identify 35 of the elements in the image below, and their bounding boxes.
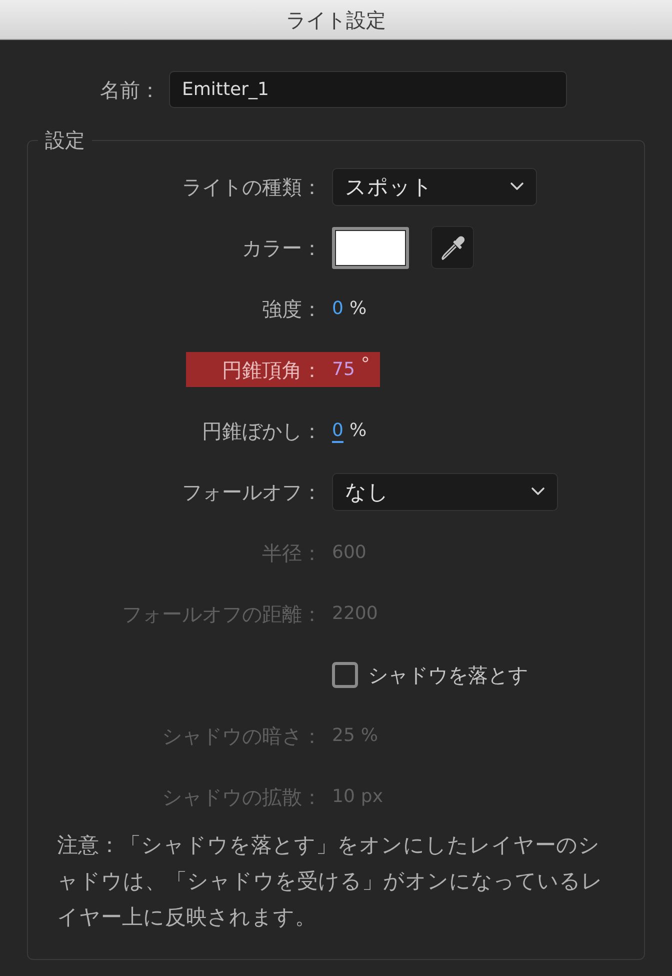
- value-text: 25: [332, 724, 355, 748]
- chevron-down-icon: [531, 487, 545, 496]
- value-text: 10: [332, 784, 355, 808]
- dropdown[interactable]: なし: [332, 472, 558, 510]
- field-label: 円錐頂角：: [222, 356, 322, 382]
- eyedropper-button[interactable]: [431, 226, 474, 269]
- field-label: カラー：: [242, 234, 322, 260]
- group-title: 設定: [44, 128, 86, 152]
- value-text[interactable]: 0: [332, 418, 344, 442]
- field-label: フォールオフ：: [182, 478, 322, 504]
- chevron-down-icon: [510, 182, 524, 191]
- field-label: 名前：: [100, 76, 160, 102]
- field-label: 強度：: [262, 296, 322, 322]
- value-text: 2200: [332, 602, 378, 626]
- value-text[interactable]: 0: [332, 296, 344, 320]
- name-field[interactable]: Emitter_1: [169, 71, 567, 108]
- unit-text: %: [349, 296, 367, 320]
- field-label: シャドウの拡散：: [162, 784, 322, 810]
- eyedropper-icon: [440, 234, 466, 260]
- dropdown[interactable]: スポット: [332, 168, 537, 206]
- field-label: 半径：: [262, 540, 322, 566]
- unit-text: px: [360, 784, 383, 808]
- field-label: シャドウの暗さ：: [162, 722, 322, 748]
- unit-text: °: [360, 352, 370, 376]
- value-text: 600: [332, 540, 366, 564]
- color-swatch-icon[interactable]: [332, 226, 409, 268]
- unit-text: %: [360, 724, 378, 748]
- field-label: ライトの種類：: [182, 174, 322, 200]
- unit-text: %: [349, 418, 367, 442]
- field-label: 円錐ぼかし：: [202, 418, 322, 444]
- field-label: フォールオフの距離：: [122, 600, 322, 626]
- checkbox-label[interactable]: シャドウを落とす: [368, 662, 528, 688]
- window-title: ライト設定: [286, 8, 386, 32]
- checkbox[interactable]: [332, 662, 358, 688]
- note-text: 注意：「シャドウを落とす」をオンにしたレイヤーのシャドウは、「シャドウを受ける」がオンになっているレイヤー上に反映されます。: [57, 832, 604, 931]
